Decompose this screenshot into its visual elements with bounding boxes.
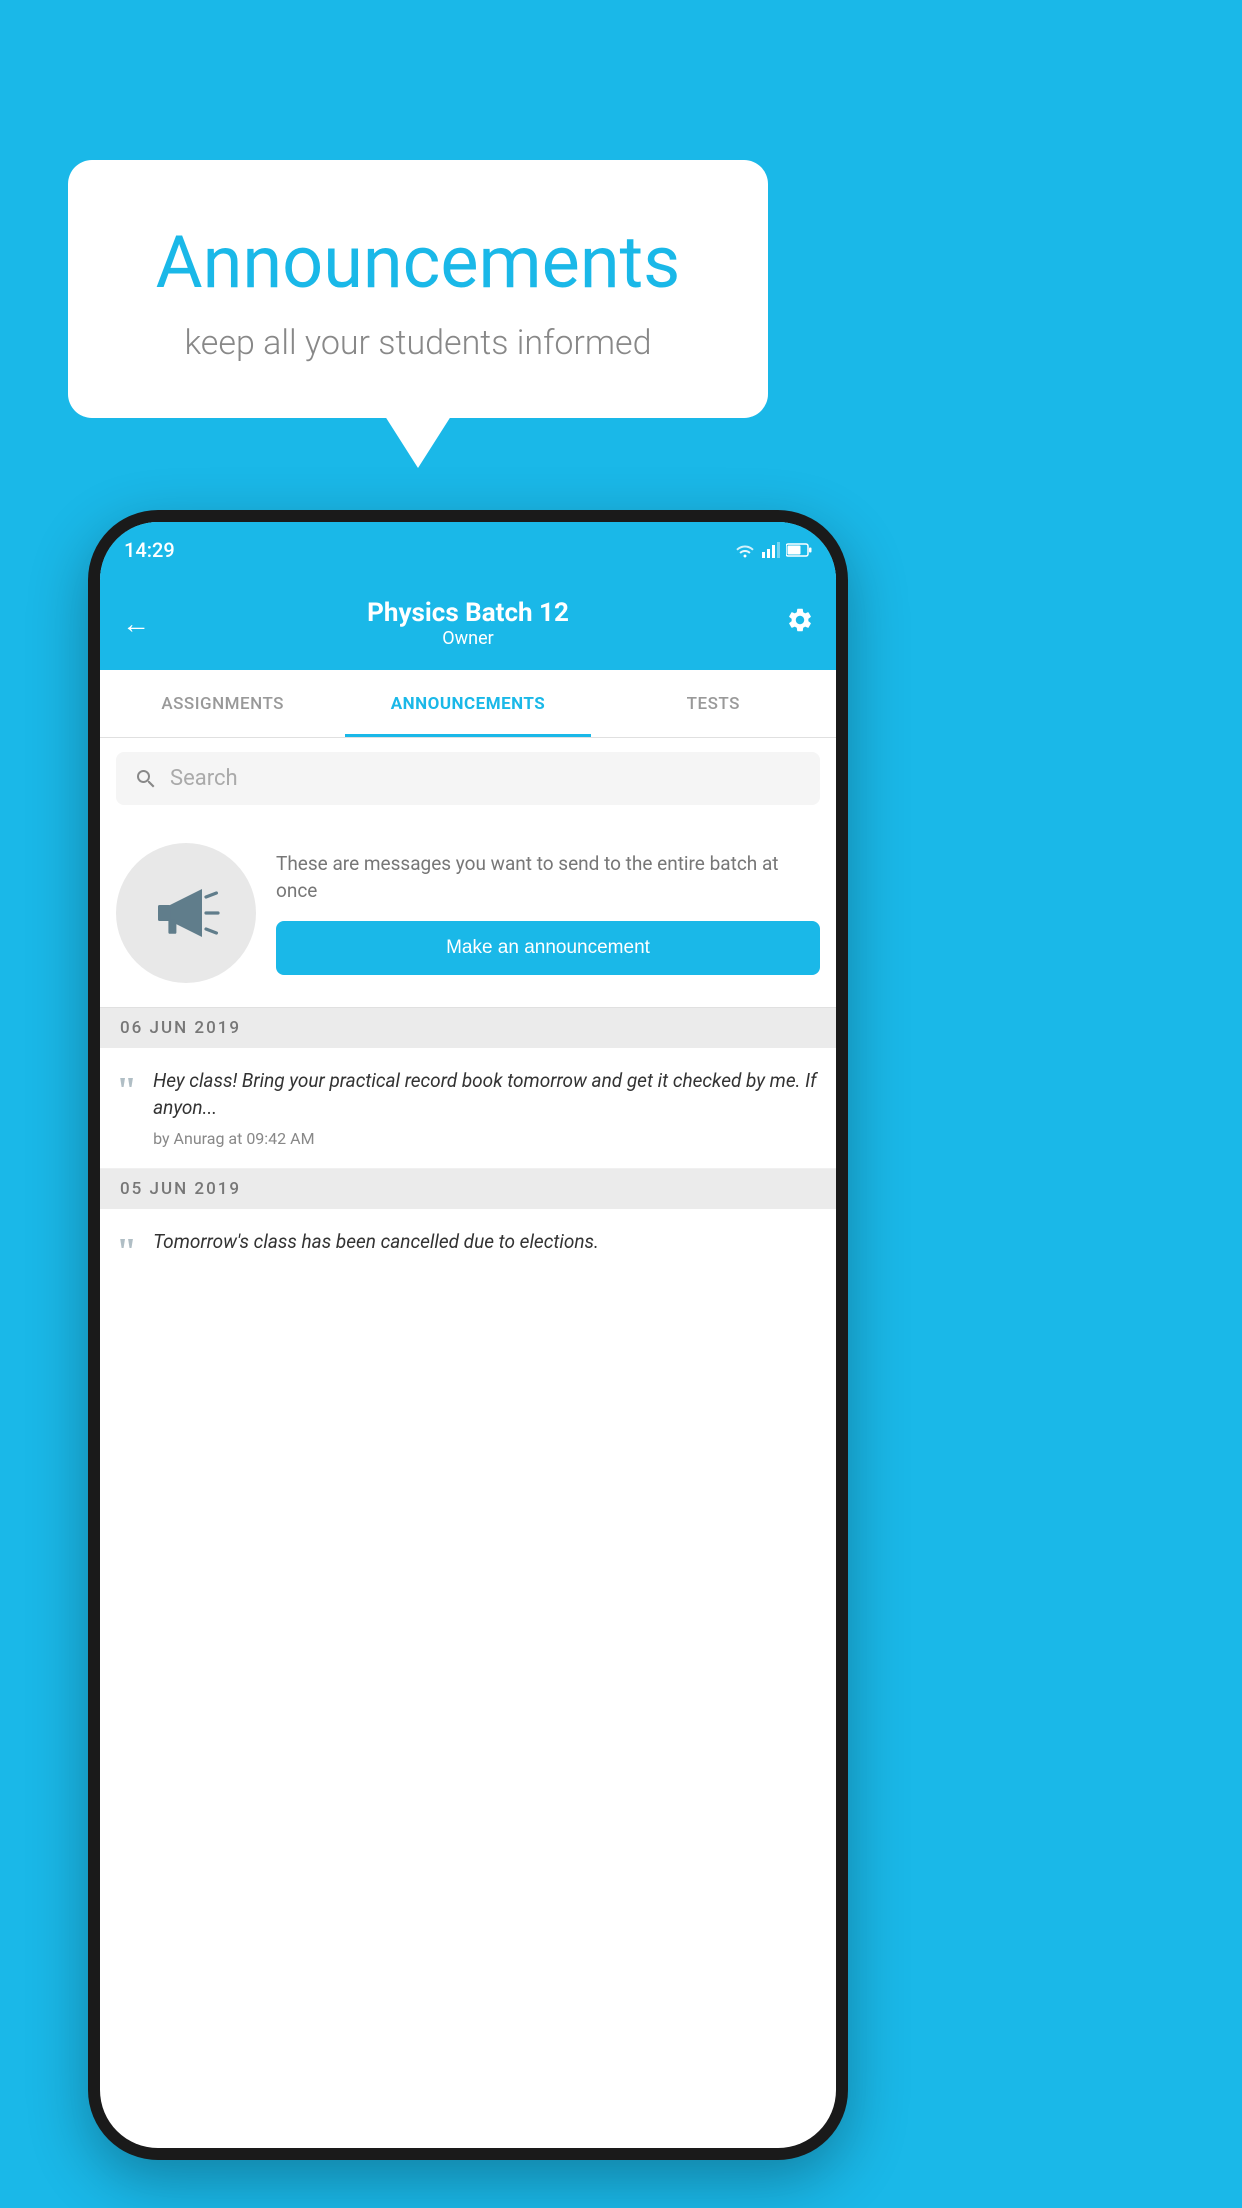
announcement-item-2[interactable]: " Tomorrow's class has been cancelled du… [100, 1209, 836, 1291]
signal-icon [762, 542, 780, 558]
announcement-content-1: Hey class! Bring your practical record b… [153, 1068, 820, 1148]
search-container: Search [100, 738, 836, 819]
announcement-item-1[interactable]: " Hey class! Bring your practical record… [100, 1048, 836, 1169]
user-role: Owner [367, 628, 569, 649]
back-button[interactable]: ← [122, 607, 150, 640]
search-icon [134, 767, 158, 791]
nav-bar: ← Physics Batch 12 Owner [100, 577, 836, 670]
gear-icon [786, 606, 814, 634]
phone-screen: 14:29 [100, 522, 836, 2148]
tab-announcements[interactable]: ANNOUNCEMENTS [345, 670, 590, 737]
announcement-text-1: Hey class! Bring your practical record b… [153, 1068, 820, 1121]
search-placeholder: Search [170, 766, 238, 791]
announcement-text-2: Tomorrow's class has been cancelled due … [153, 1229, 820, 1256]
tab-bar: ASSIGNMENTS ANNOUNCEMENTS TESTS [100, 670, 836, 738]
wifi-icon [734, 542, 756, 558]
promo-icon-circle [116, 843, 256, 983]
status-bar: 14:29 [100, 522, 836, 578]
promo-description: These are messages you want to send to t… [276, 851, 820, 904]
settings-button[interactable] [786, 606, 814, 641]
date-divider-1: 06 JUN 2019 [100, 1008, 836, 1048]
promo-section: These are messages you want to send to t… [100, 819, 836, 1008]
battery-icon [786, 543, 812, 557]
promo-content: These are messages you want to send to t… [276, 851, 820, 974]
tab-tests[interactable]: TESTS [591, 670, 836, 737]
phone-mockup: 14:29 [88, 510, 848, 2160]
announcement-content-2: Tomorrow's class has been cancelled due … [153, 1229, 820, 1264]
make-announcement-button[interactable]: Make an announcement [276, 921, 820, 975]
announcement-meta-1: by Anurag at 09:42 AM [153, 1129, 820, 1148]
speech-bubble-container: Announcements keep all your students inf… [68, 160, 768, 418]
speech-bubble: Announcements keep all your students inf… [68, 160, 768, 418]
search-bar[interactable]: Search [116, 752, 820, 805]
date-divider-2: 05 JUN 2019 [100, 1169, 836, 1209]
batch-name: Physics Batch 12 [367, 598, 569, 628]
bubble-title: Announcements [118, 220, 718, 305]
status-icons [734, 542, 812, 558]
megaphone-icon [146, 873, 226, 953]
quote-icon-2: " [116, 1233, 137, 1271]
status-time: 14:29 [124, 538, 175, 562]
header-title-group: Physics Batch 12 Owner [367, 598, 569, 649]
bubble-subtitle: keep all your students informed [118, 323, 718, 363]
app-header: 14:29 [100, 522, 836, 670]
tab-assignments[interactable]: ASSIGNMENTS [100, 670, 345, 737]
quote-icon-1: " [116, 1072, 137, 1110]
